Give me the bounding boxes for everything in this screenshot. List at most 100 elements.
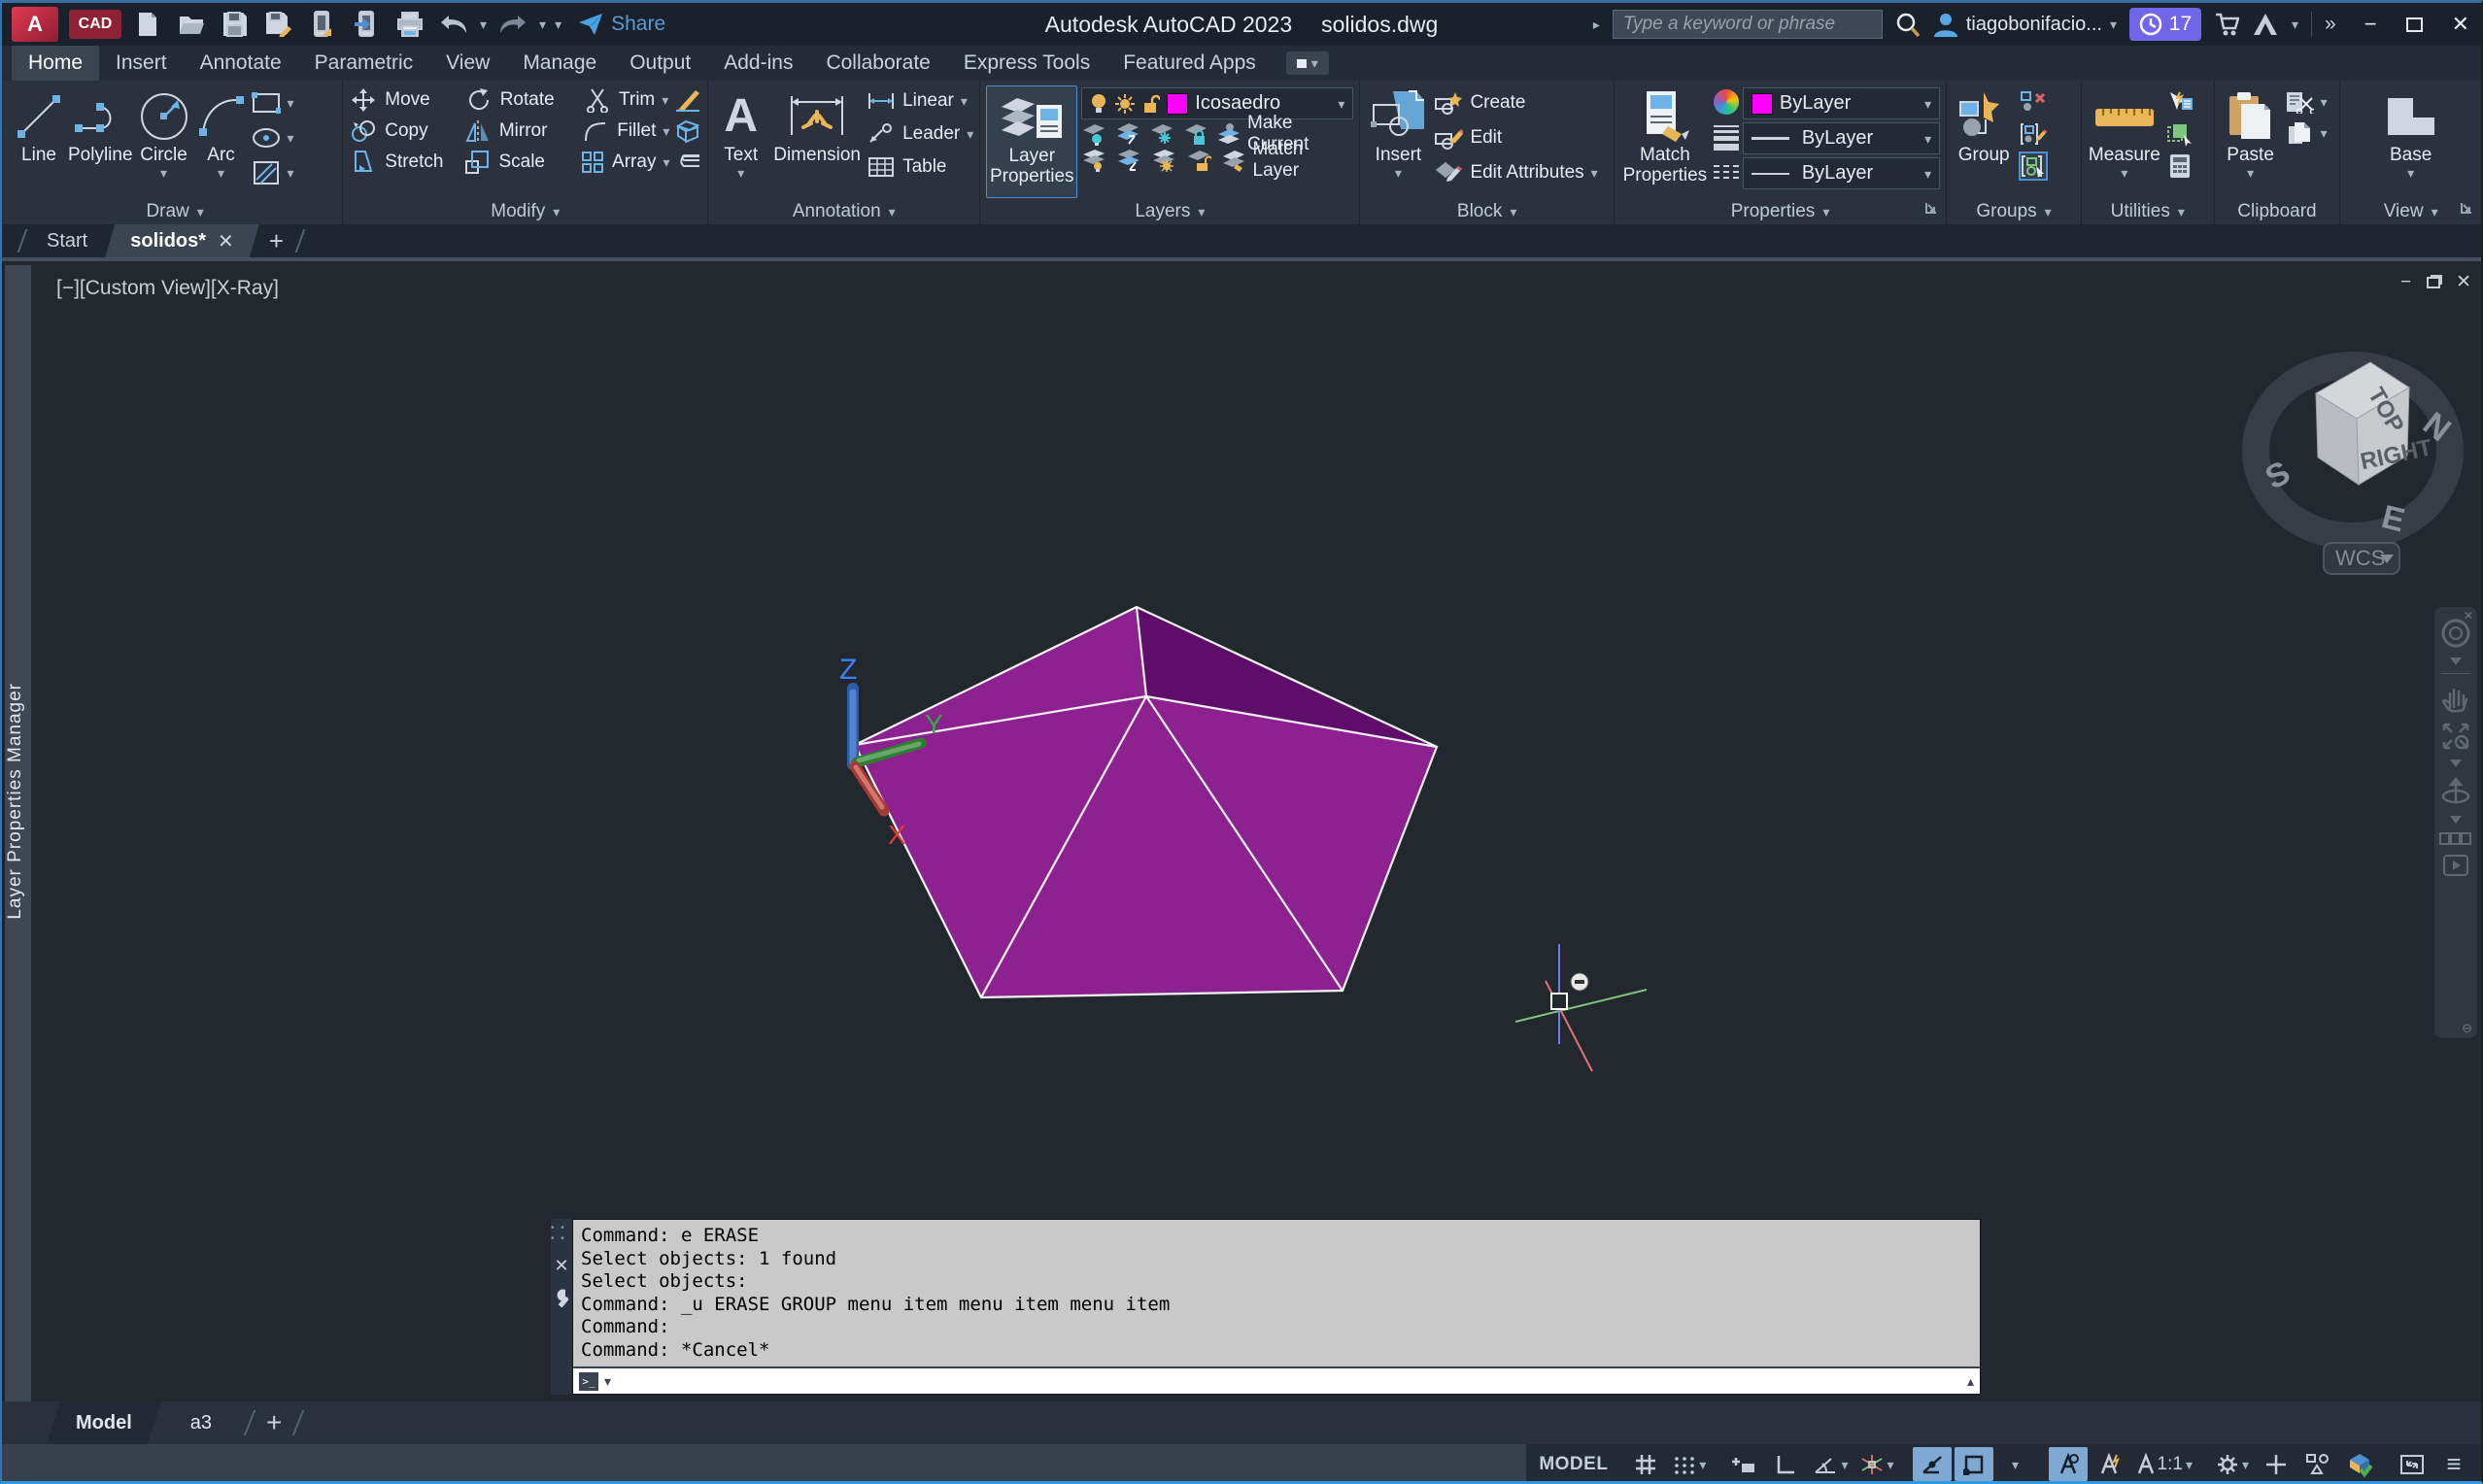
- overflow-chevrons-icon[interactable]: »: [2325, 13, 2336, 36]
- autocad-cad-badge[interactable]: CAD: [69, 10, 121, 39]
- save-as-button[interactable]: [261, 7, 296, 42]
- redo-button[interactable]: [495, 7, 530, 42]
- ribbon-display-toggle[interactable]: ▾: [1286, 51, 1329, 75]
- layer-lock-icon[interactable]: [1183, 122, 1207, 146]
- command-close-icon[interactable]: ✕: [554, 1256, 568, 1276]
- workspace-dropdown-icon[interactable]: ▾: [2242, 1458, 2249, 1471]
- command-history[interactable]: Command: e ERASE Select objects: 1 found…: [573, 1220, 1980, 1366]
- navigation-bar[interactable]: ✕ ⊖: [2434, 607, 2477, 1038]
- linear-dimension-button[interactable]: Linear▾: [867, 85, 973, 117]
- command-expand-icon[interactable]: ▴: [1967, 1373, 1974, 1390]
- select-similar-button[interactable]: [2165, 119, 2194, 149]
- viewport-restore-icon[interactable]: [2427, 277, 2440, 288]
- zoom-extents-icon[interactable]: [2440, 721, 2471, 752]
- ungroup-button[interactable]: [2019, 87, 2048, 117]
- search-icon[interactable]: [1895, 12, 1921, 37]
- polar-tracking-button[interactable]: ▾: [1808, 1447, 1853, 1481]
- arc-button[interactable]: Arc ▾: [195, 85, 248, 198]
- layout-tab-a3[interactable]: a3: [161, 1401, 241, 1444]
- save-button[interactable]: [218, 7, 253, 42]
- grid-display-button[interactable]: [1626, 1447, 1665, 1481]
- rectangle-button[interactable]: ▾: [252, 87, 294, 118]
- match-layer-button[interactable]: Match Layer: [1221, 149, 1354, 172]
- tab-addins[interactable]: Add-ins: [707, 46, 809, 81]
- tab-insert[interactable]: Insert: [99, 46, 184, 81]
- annotation-panel-title[interactable]: Annotation▾: [708, 198, 979, 224]
- layer-off-icon[interactable]: [1081, 122, 1105, 146]
- isolate-objects-button[interactable]: [2298, 1447, 2337, 1481]
- new-drawing-tab-button[interactable]: +: [259, 226, 293, 256]
- command-window-grip[interactable]: • • • • ✕: [551, 1219, 572, 1395]
- explode-button[interactable]: [673, 116, 701, 145]
- circle-dropdown-icon[interactable]: ▾: [160, 166, 167, 180]
- lineweight-combo[interactable]: ByLayer▾: [1743, 122, 1940, 154]
- navbar-caret2-icon[interactable]: [2450, 759, 2462, 767]
- tab-featured-apps[interactable]: Featured Apps: [1106, 46, 1273, 81]
- text-dropdown-icon[interactable]: ▾: [737, 166, 744, 180]
- edit-attributes-button[interactable]: Edit Attributes▾: [1434, 157, 1597, 188]
- copy-clip-dropdown-icon[interactable]: ▾: [2321, 126, 2328, 140]
- group-edit-button[interactable]: [2019, 119, 2048, 149]
- erase-button[interactable]: [673, 84, 701, 114]
- file-tab-solidos[interactable]: solidos* ✕: [105, 224, 259, 257]
- viewcube[interactable]: S E N TOP RIGHT WCS: [2256, 362, 2458, 574]
- layer-off-others-icon[interactable]: [1081, 149, 1106, 172]
- tab-collaborate[interactable]: Collaborate: [809, 46, 946, 81]
- viewport-close-icon[interactable]: ✕: [2456, 271, 2471, 293]
- viewport-minimize-icon[interactable]: −: [2400, 272, 2411, 293]
- share-button[interactable]: Share: [578, 13, 665, 36]
- layer-thaw-all-icon[interactable]: [1151, 149, 1176, 172]
- rectangle-dropdown-icon[interactable]: ▾: [288, 96, 294, 110]
- search-input[interactable]: [1613, 10, 1883, 39]
- search-collapse-icon[interactable]: ▸: [1593, 17, 1600, 31]
- navbar-caret3-icon[interactable]: [2450, 816, 2462, 824]
- layer-unlock-icon[interactable]: [1142, 93, 1160, 115]
- navbar-caret1-icon[interactable]: [2450, 658, 2462, 665]
- leader-button[interactable]: Leader▾: [867, 118, 973, 150]
- orbit-icon[interactable]: [2440, 775, 2471, 808]
- icosahedron-solid[interactable]: [855, 607, 1437, 997]
- clean-screen-button[interactable]: [2393, 1447, 2432, 1481]
- tab-annotate[interactable]: Annotate: [184, 46, 298, 81]
- quick-select-button[interactable]: [2165, 87, 2194, 117]
- tab-parametric[interactable]: Parametric: [298, 46, 430, 81]
- show-motion-play-icon[interactable]: [2443, 855, 2468, 876]
- layer-unisolate-icon[interactable]: [1116, 149, 1141, 172]
- create-block-button[interactable]: Create: [1434, 87, 1597, 118]
- object-color-combo[interactable]: ByLayer▾: [1743, 87, 1940, 119]
- open-file-button[interactable]: [174, 7, 209, 42]
- line-button[interactable]: Line: [14, 85, 64, 198]
- cut-button[interactable]: ▾: [2285, 89, 2328, 115]
- polyline-button[interactable]: Polyline: [68, 85, 133, 198]
- group-selection-toggle-button[interactable]: [2019, 152, 2048, 181]
- table-button[interactable]: Table: [867, 152, 973, 183]
- tab-home[interactable]: Home: [12, 46, 99, 81]
- viewport-controls-label[interactable]: [−][Custom View][X-Ray]: [56, 277, 279, 300]
- layer-isolate-icon[interactable]: [1115, 122, 1139, 146]
- cart-icon[interactable]: [2214, 12, 2239, 37]
- layer-combo-dropdown-icon[interactable]: ▾: [1338, 97, 1344, 111]
- measure-button[interactable]: Measure ▾: [2088, 85, 2161, 198]
- quick-calculator-button[interactable]: [2165, 152, 2194, 181]
- utilities-panel-title[interactable]: Utilities▾: [2082, 198, 2214, 224]
- array-button[interactable]: Array▾: [580, 147, 669, 178]
- layer-thaw-sun-icon[interactable]: [1114, 93, 1136, 115]
- insert-dropdown-icon[interactable]: ▾: [1395, 166, 1402, 180]
- insert-block-button[interactable]: Insert ▾: [1366, 85, 1430, 198]
- save-to-web-mobile-button[interactable]: [349, 7, 384, 42]
- annotation-scale-dropdown-icon[interactable]: ▾: [2186, 1458, 2193, 1471]
- object-snap-dropdown[interactable]: ▾: [1996, 1447, 2035, 1481]
- new-layout-button[interactable]: +: [258, 1407, 289, 1438]
- snap-mode-button[interactable]: ▾: [1668, 1447, 1711, 1481]
- properties-dialog-launcher[interactable]: [1924, 201, 1938, 219]
- hatch-button[interactable]: ▾: [252, 157, 294, 188]
- copy-button[interactable]: Copy: [349, 116, 459, 147]
- navigation-wheel-icon[interactable]: [2439, 617, 2472, 650]
- arc-dropdown-icon[interactable]: ▾: [218, 166, 224, 180]
- layer-color-swatch[interactable]: [1167, 93, 1188, 115]
- scale-button[interactable]: Scale: [462, 147, 576, 178]
- qat-customize-icon[interactable]: ▾: [555, 17, 561, 31]
- layers-panel-title[interactable]: Layers▾: [980, 198, 1359, 224]
- layer-properties-button[interactable]: Layer Properties: [986, 85, 1077, 198]
- paste-dropdown-icon[interactable]: ▾: [2247, 166, 2254, 180]
